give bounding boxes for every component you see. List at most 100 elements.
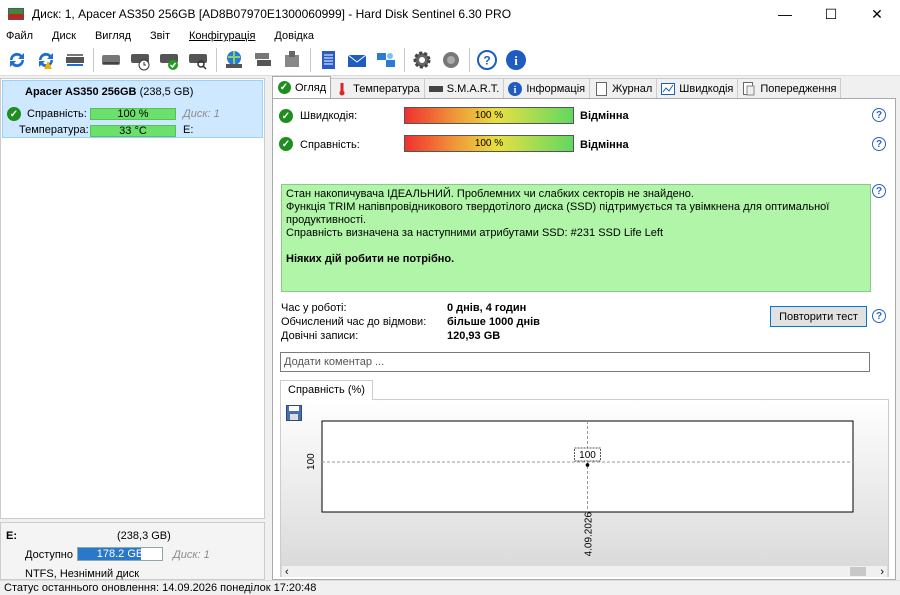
minimize-button[interactable]: — (762, 0, 808, 28)
refresh-icon[interactable] (4, 47, 30, 73)
performance-rating: Відмінна (580, 110, 629, 122)
menu-file[interactable]: Файл (4, 30, 35, 42)
health-disk-label: Диск: 1 (183, 108, 220, 120)
disk-list-icon[interactable] (62, 47, 88, 73)
gear-icon[interactable] (409, 47, 435, 73)
status-action: Ніяких дій робити не потрібно. (286, 253, 455, 265)
thermometer-icon (335, 82, 349, 96)
disk-size: (238,5 GB) (139, 86, 194, 98)
svg-text:i: i (514, 53, 518, 68)
help-icon[interactable]: ? (872, 108, 886, 122)
title-bar: Диск: 1, Apacer AS350 256GB [AD8B07970E1… (0, 0, 900, 28)
close-button[interactable]: ✕ (854, 0, 900, 28)
toolbar-separator (216, 47, 217, 72)
disk-name: Apacer AS350 256GB (238,5 GB) (25, 86, 194, 98)
disks-icon[interactable] (250, 47, 276, 73)
mail-icon[interactable] (344, 47, 370, 73)
tab-temperature[interactable]: Температура (330, 78, 425, 98)
writes-value: 120,93 GB (447, 330, 501, 342)
health-chart: 100 100 14.09.2026 (306, 420, 854, 556)
overview-page: ✓ Швидкодія: 100 % Відмінна ? ✓ Справніс… (272, 98, 896, 580)
tab-information[interactable]: i Інформація (503, 78, 591, 98)
disk-list-panel: Apacer AS350 256GB (238,5 GB) ✓ Справніс… (0, 78, 265, 519)
disk-check-icon[interactable] (156, 47, 182, 73)
retest-button[interactable]: Повторити тест (770, 306, 867, 327)
toolbar-separator (310, 47, 311, 72)
app-icon (8, 8, 24, 20)
tab-performance[interactable]: Швидкодія (656, 78, 739, 98)
tab-alerts[interactable]: Попередження (737, 78, 842, 98)
tab-overview[interactable]: ✓ Огляд (272, 76, 332, 98)
comment-input[interactable]: Додати коментар ... (280, 352, 870, 372)
disk-search-icon[interactable] (185, 47, 211, 73)
tab-bar: ✓ Огляд Температура S.M.A.R.T. i Інформаці… (272, 76, 842, 98)
network-icon[interactable] (373, 47, 399, 73)
uptime-value: 0 днів, 4 годин (447, 302, 527, 314)
sound-icon[interactable] (438, 47, 464, 73)
disk-icon[interactable] (98, 47, 124, 73)
point-label: 100 (579, 450, 596, 461)
health-rating: Відмінна (580, 139, 629, 151)
horizontal-scrollbar[interactable]: ‹ › (282, 566, 887, 578)
scroll-right-icon[interactable]: › (880, 566, 884, 578)
status-line: Справність визначена за наступними атриб… (286, 227, 664, 239)
scroll-thumb[interactable] (850, 567, 866, 576)
status-description: Стан накопичувача ІДЕАЛЬНИЙ. Проблемних … (281, 184, 871, 292)
health-label: Справність: (27, 108, 87, 120)
help-icon[interactable]: ? (474, 47, 500, 73)
free-label: Доступно (25, 549, 74, 561)
toolbar: ? i (0, 44, 900, 76)
info-icon: i (508, 81, 523, 96)
free-space-bar: 178.2 GB (77, 547, 163, 561)
menu-view[interactable]: Вигляд (93, 30, 133, 42)
mttf-label: Обчислений час до відмови: (281, 316, 427, 328)
report-icon[interactable] (315, 47, 341, 73)
window-title: Диск: 1, Apacer AS350 256GB [AD8B07970E1… (32, 7, 512, 21)
menu-disk[interactable]: Диск (50, 30, 78, 42)
refresh-warning-icon[interactable] (33, 47, 59, 73)
tab-log[interactable]: Журнал (589, 78, 658, 98)
info-icon[interactable]: i (503, 47, 529, 73)
help-icon[interactable]: ? (872, 137, 886, 151)
tab-smart[interactable]: S.M.A.R.T. (423, 78, 505, 98)
status-line: Стан накопичувача ІДЕАЛЬНИЙ. Проблемних … (286, 188, 694, 200)
disk-entry-selected[interactable]: Apacer AS350 256GB (238,5 GB) ✓ Справніс… (2, 80, 263, 138)
disk-clock-icon[interactable] (127, 47, 153, 73)
y-tick-label: 100 (306, 453, 317, 470)
status-line: Функція TRIM напівпровідникового твердот… (286, 201, 830, 226)
health-bar-value: 100 % (117, 108, 149, 120)
check-icon: ✓ (7, 107, 21, 121)
globe-disk-icon[interactable] (221, 47, 247, 73)
status-bar: Статус останнього оновлення: 14.09.2026 … (0, 580, 900, 595)
svg-text:i: i (514, 85, 517, 96)
drive-icon[interactable] (279, 47, 305, 73)
svg-text:?: ? (483, 53, 490, 67)
help-icon[interactable]: ? (872, 309, 886, 323)
health-bar: 100 % (404, 135, 574, 152)
writes-label: Довічні записи: (281, 330, 359, 342)
volume-panel[interactable]: E: (238,3 GB) Доступно 178.2 GB Диск: 1 … (0, 522, 265, 580)
menu-config[interactable]: Конфігурація (187, 30, 257, 42)
data-point (585, 463, 590, 467)
help-icon[interactable]: ? (872, 184, 886, 198)
uptime-label: Час у роботі: (281, 302, 347, 314)
health-bar: 100 % (90, 108, 176, 120)
maximize-button[interactable]: ☐ (808, 0, 854, 28)
health-label: Справність: (300, 139, 360, 151)
volume-size: (238,3 GB) (117, 530, 171, 542)
check-icon: ✓ (277, 81, 291, 94)
tab-health-chart[interactable]: Справність (%) (280, 380, 373, 400)
scroll-left-icon[interactable]: ‹ (285, 566, 289, 578)
performance-bar: 100 % (404, 107, 574, 124)
menu-help[interactable]: Довідка (272, 30, 316, 42)
document-icon (594, 81, 608, 96)
filesystem-label: NTFS, Незнімний диск (25, 568, 140, 580)
x-tick-label: 14.09.2026 (584, 512, 595, 556)
health-chart-frame: 100 100 14.09.2026 ‹ › (280, 399, 889, 578)
menu-report[interactable]: Звіт (148, 30, 172, 42)
temperature-value: 33 °C (119, 125, 147, 137)
main-area: ✓ Огляд Температура S.M.A.R.T. i Інформаці… (268, 76, 900, 580)
free-value: 178.2 GB (96, 548, 144, 560)
toolbar-separator (469, 47, 470, 72)
performance-label: Швидкодія: (300, 110, 358, 122)
